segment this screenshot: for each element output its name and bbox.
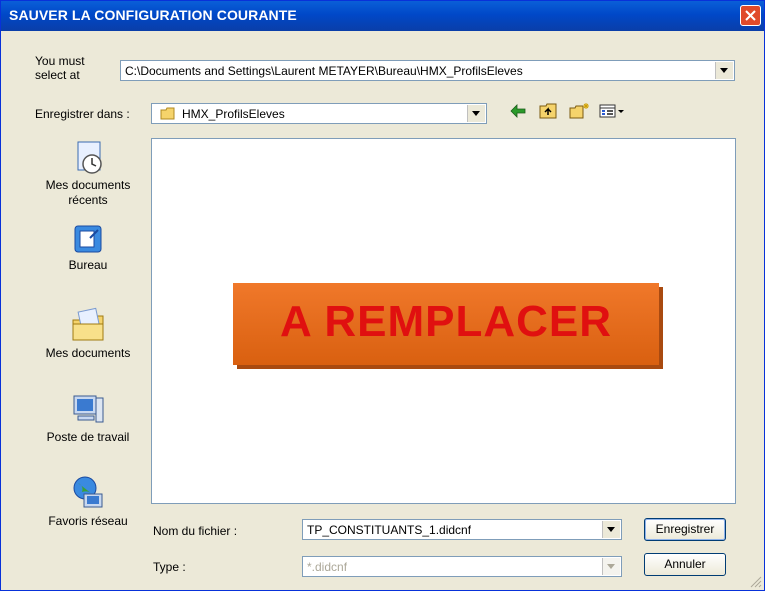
chevron-down-icon bbox=[607, 564, 615, 569]
place-network[interactable]: Favoris réseau bbox=[35, 474, 141, 529]
resize-grip-icon[interactable] bbox=[750, 576, 762, 588]
placeholder-text: A REMPLACER bbox=[279, 297, 613, 346]
place-my-documents[interactable]: Mes documents bbox=[35, 306, 141, 361]
filetype-label: Type : bbox=[153, 560, 186, 574]
placeholder-banner: A REMPLACER bbox=[233, 283, 659, 365]
filetype-select[interactable]: *.didcnf bbox=[302, 556, 622, 577]
my-documents-icon bbox=[72, 307, 104, 341]
new-folder-icon bbox=[569, 103, 589, 119]
back-arrow-icon bbox=[510, 104, 526, 118]
path-label: You must select at bbox=[35, 54, 85, 82]
desktop-icon bbox=[74, 225, 102, 253]
place-my-computer[interactable]: Poste de travail bbox=[35, 390, 141, 445]
save-in-value: HMX_ProfilsEleves bbox=[182, 107, 285, 121]
cancel-button[interactable]: Annuler bbox=[644, 553, 726, 576]
window-title: SAUVER LA CONFIGURATION COURANTE bbox=[9, 7, 297, 23]
chevron-down-icon bbox=[472, 111, 480, 116]
back-button[interactable] bbox=[509, 102, 527, 124]
place-recent-documents[interactable]: Mes documents récents bbox=[35, 138, 141, 208]
new-folder-button[interactable] bbox=[569, 102, 591, 124]
close-button[interactable] bbox=[740, 5, 761, 26]
save-in-select[interactable]: HMX_ProfilsEleves bbox=[151, 103, 487, 124]
save-dialog: SAUVER LA CONFIGURATION COURANTE You mus… bbox=[0, 0, 765, 591]
save-button[interactable]: Enregistrer bbox=[644, 518, 726, 541]
save-in-dropdown-button[interactable] bbox=[467, 105, 485, 122]
my-computer-icon bbox=[73, 395, 104, 423]
filename-dropdown-button[interactable] bbox=[602, 521, 620, 538]
place-desktop[interactable]: Bureau bbox=[35, 222, 141, 273]
up-folder-button[interactable] bbox=[539, 102, 559, 124]
up-folder-icon bbox=[539, 103, 557, 119]
chevron-down-icon bbox=[720, 68, 728, 73]
view-menu-button[interactable] bbox=[599, 102, 625, 124]
path-value: C:\Documents and Settings\Laurent METAYE… bbox=[125, 64, 523, 78]
save-in-label: Enregistrer dans : bbox=[35, 107, 130, 121]
filename-label: Nom du fichier : bbox=[153, 524, 238, 538]
places-bar: Mes documents récents Bureau Mes documen… bbox=[35, 138, 141, 548]
filetype-dropdown-button[interactable] bbox=[602, 558, 620, 575]
view-menu-icon bbox=[599, 104, 624, 118]
path-dropdown-button[interactable] bbox=[715, 62, 733, 79]
close-icon bbox=[745, 10, 756, 21]
path-select[interactable]: C:\Documents and Settings\Laurent METAYE… bbox=[120, 60, 735, 81]
filename-value: TP_CONSTITUANTS_1.didcnf bbox=[307, 523, 472, 537]
folder-icon bbox=[160, 107, 175, 120]
filename-input[interactable]: TP_CONSTITUANTS_1.didcnf bbox=[302, 519, 622, 540]
recent-documents-icon bbox=[77, 141, 102, 174]
network-places-icon bbox=[73, 476, 103, 508]
chevron-down-icon bbox=[607, 527, 615, 532]
filetype-value: *.didcnf bbox=[307, 560, 348, 574]
title-bar[interactable]: SAUVER LA CONFIGURATION COURANTE bbox=[1, 1, 764, 31]
